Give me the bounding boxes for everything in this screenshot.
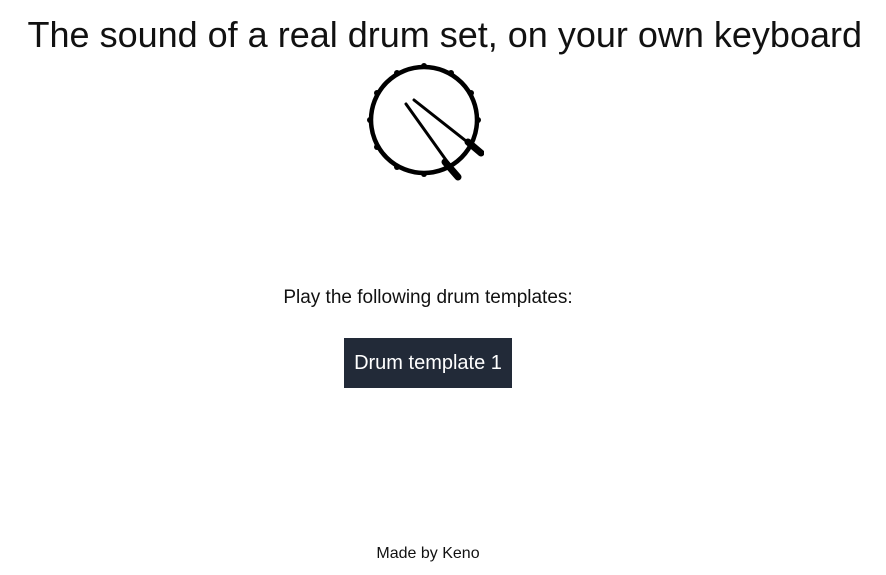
drum-template-1-button[interactable]: Drum template 1 [344,338,512,388]
drum-with-sticks-icon [364,62,484,182]
page-title: The sound of a real drum set, on your ow… [27,14,862,55]
drum-kit-page: The sound of a real drum set, on your ow… [0,0,886,575]
templates-prompt: Play the following drum templates: [283,287,573,308]
footer-credit: Made by Keno [376,545,480,562]
